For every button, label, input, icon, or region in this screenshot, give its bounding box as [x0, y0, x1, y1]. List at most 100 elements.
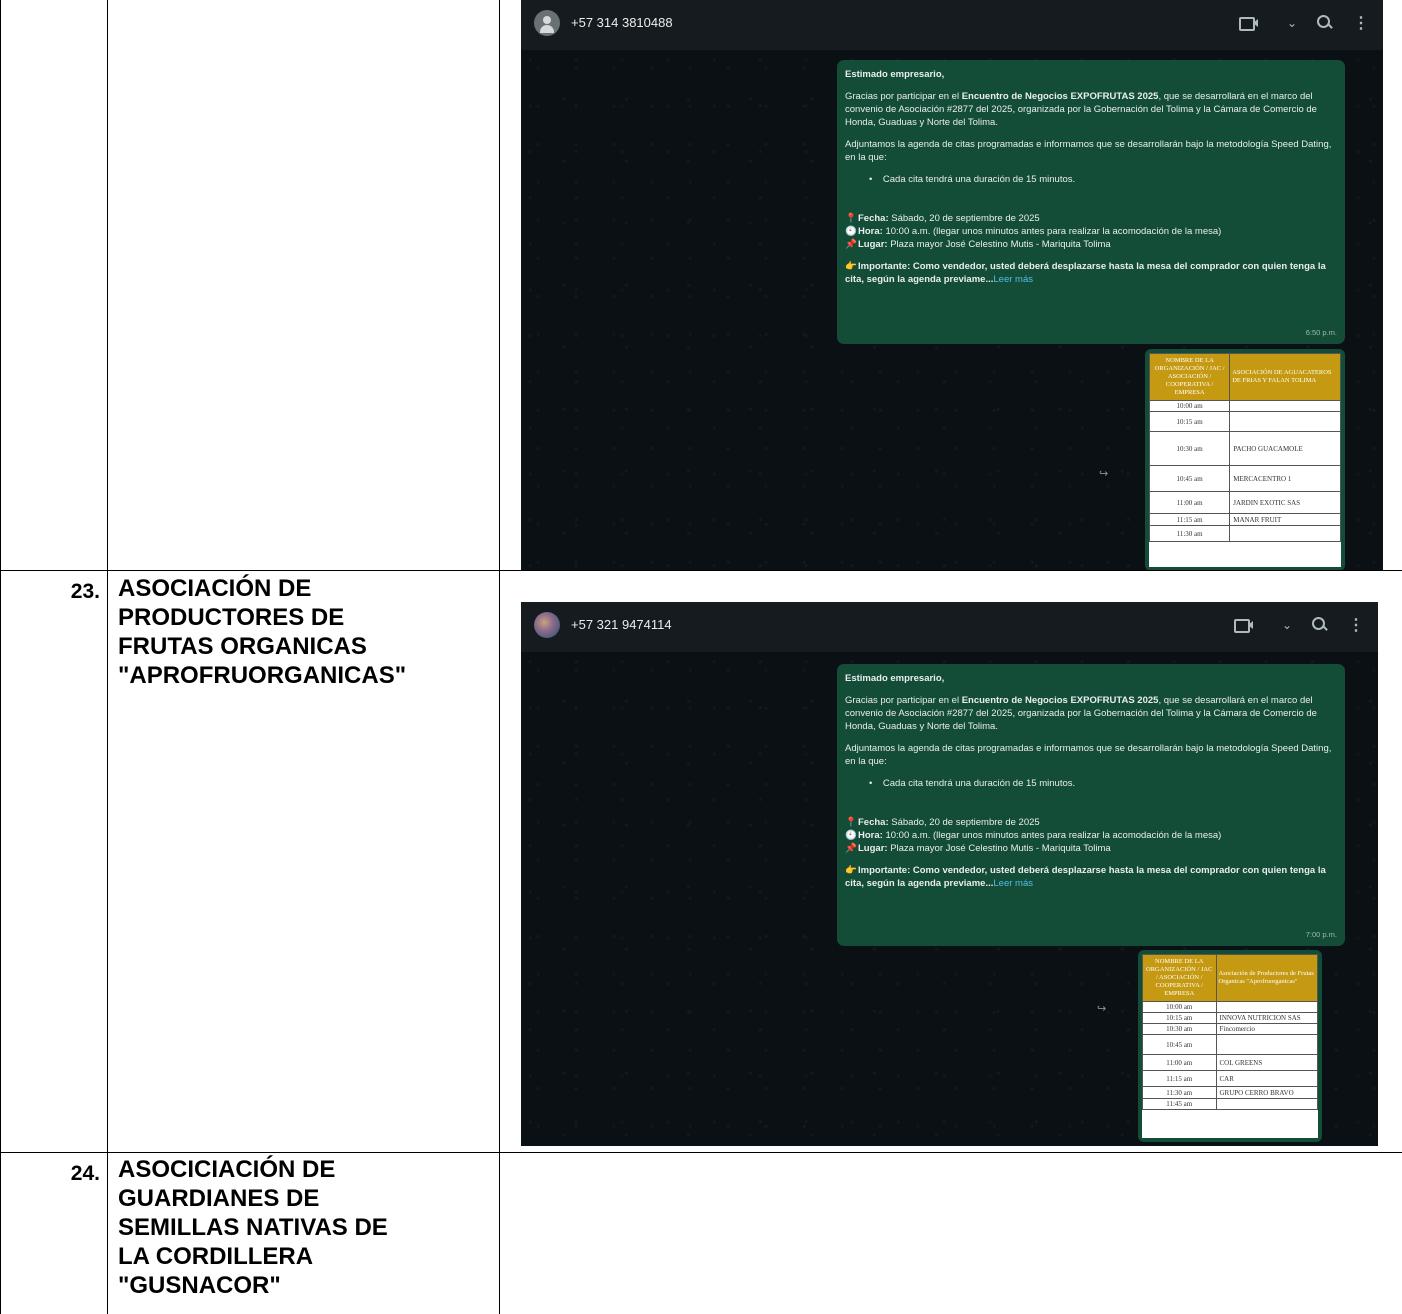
importante-text: Importante: Como vendedor, usted deberá … — [845, 261, 1326, 285]
bullet-text: Cada cita tendrá una duración de 15 minu… — [882, 778, 1076, 789]
agenda-company — [1215, 1034, 1318, 1055]
agenda-company: MANAR FRUIT — [1229, 513, 1341, 526]
agenda-time: 11:45 am — [1142, 1098, 1217, 1110]
pointing-hand-icon: 👉 — [845, 261, 857, 272]
agenda-header-right: Asociación de Productores de Frutas Orga… — [1215, 954, 1318, 1002]
contact-phone[interactable]: +57 314 3810488 — [571, 15, 673, 30]
org-name-line: "GUSNACOR" — [118, 1272, 281, 1299]
hora-value: 10:00 a.m. (llegar unos minutos antes pa… — [882, 226, 1222, 237]
table-border-mid2 — [499, 0, 500, 1314]
contact-phone[interactable]: +57 321 9474114 — [571, 617, 672, 632]
agenda-table: NOMBRE DE LA ORGANIZACIÓN / JAC / ASOCIA… — [1142, 954, 1318, 1138]
message-time: 6:50 p.m. — [1305, 328, 1337, 337]
video-call-icon[interactable] — [1233, 618, 1262, 633]
agenda-time: 11:00 am — [1149, 491, 1231, 514]
org-name-line: FRUTAS ORGANICAS — [118, 633, 367, 660]
agenda-company: PACHO GUACAMOLE — [1229, 431, 1341, 466]
lugar-label: Lugar: — [858, 843, 888, 854]
pin-icon: 📍 — [845, 213, 857, 224]
agenda-time: 11:00 am — [1142, 1054, 1217, 1071]
chevron-down-icon[interactable]: ⌄ — [1282, 618, 1292, 632]
message-text: Gracias por participar en el — [845, 695, 962, 706]
search-icon[interactable] — [1312, 617, 1328, 633]
importante-text: Importante: Como vendedor, usted deberá … — [845, 865, 1326, 889]
chevron-down-icon[interactable]: ⌄ — [1287, 16, 1297, 30]
clock-icon: 🕙 — [845, 226, 857, 237]
agenda-header-left: NOMBRE DE LA ORGANIZACIÓN / JAC / ASOCIA… — [1149, 353, 1231, 401]
clock-icon: 🕙 — [845, 830, 857, 841]
agenda-time: 10:45 am — [1142, 1034, 1217, 1055]
chat-header: +57 314 3810488 ⌄ ⋮ — [521, 0, 1383, 50]
agenda-time: 11:15 am — [1149, 513, 1231, 526]
forward-icon[interactable]: ↪ — [1097, 1002, 1106, 1015]
lugar-value: Plaza mayor José Celestino Mutis - Mariq… — [887, 843, 1111, 854]
greeting: Estimado empresario, — [845, 673, 945, 684]
org-name-line: GUARDIANES DE — [118, 1185, 320, 1212]
agenda-time: 10:30 am — [1149, 431, 1231, 466]
chat-header: +57 321 9474114 ⌄ ⋮ — [521, 602, 1378, 652]
avatar[interactable] — [534, 612, 560, 638]
pushpin-icon: 📌 — [845, 239, 857, 250]
agenda-image-message[interactable]: NOMBRE DE LA ORGANIZACIÓN / JAC / ASOCIA… — [1138, 950, 1322, 1142]
message-text: Gracias por participar en el — [845, 91, 962, 102]
search-icon[interactable] — [1317, 15, 1333, 31]
agenda-company — [1229, 411, 1341, 432]
agenda-time: 10:00 am — [1142, 1001, 1217, 1013]
agenda-company: CAR — [1215, 1070, 1318, 1087]
agenda-company — [1215, 1098, 1318, 1110]
agenda-company: MERCACENTRO 1 — [1229, 465, 1341, 492]
agenda-time: 11:30 am — [1142, 1086, 1217, 1099]
row-divider-1 — [0, 570, 1402, 571]
hora-label: Hora: — [858, 830, 883, 841]
agenda-time: 11:15 am — [1142, 1070, 1217, 1087]
row-number: 24. — [70, 1162, 100, 1185]
agenda-image-message[interactable]: NOMBRE DE LA ORGANIZACIÓN / JAC / ASOCIA… — [1145, 349, 1345, 570]
agenda-company: INNOVA NUTRICION SAS — [1215, 1012, 1318, 1024]
org-name-line: "APROFRUORGANICAS" — [118, 662, 407, 689]
message-text: Adjuntamos la agenda de citas programada… — [845, 743, 1332, 767]
row-divider-2 — [0, 1152, 1402, 1153]
greeting: Estimado empresario, — [845, 69, 945, 80]
agenda-header-left: NOMBRE DE LA ORGANIZACIÓN / JAC / ASOCIA… — [1142, 954, 1217, 1002]
message-bubble: Estimado empresario, Gracias por partici… — [837, 60, 1345, 344]
message-time: 7:00 p.m. — [1305, 930, 1337, 939]
agenda-time: 10:45 am — [1149, 465, 1231, 492]
pushpin-icon: 📌 — [845, 843, 857, 854]
menu-icon[interactable]: ⋮ — [1353, 13, 1369, 33]
row-number: 23. — [70, 580, 100, 603]
org-name-line: ASOCICIACIÓN DE — [118, 1156, 336, 1183]
agenda-time: 10:00 am — [1149, 400, 1231, 412]
bullet-text: Cada cita tendrá una duración de 15 minu… — [882, 174, 1076, 185]
avatar[interactable] — [534, 10, 560, 36]
org-name-line: SEMILLAS NATIVAS DE — [118, 1214, 388, 1241]
read-more-link[interactable]: Leer más — [993, 878, 1033, 889]
forward-icon[interactable]: ↪ — [1099, 467, 1108, 480]
fecha-value: Sábado, 20 de septiembre de 2025 — [888, 817, 1040, 828]
organization-name: ASOCICIACIÓN DE GUARDIANES DE SEMILLAS N… — [118, 1155, 498, 1300]
org-name-line: PRODUCTORES DE — [118, 604, 345, 631]
agenda-time: 11:30 am — [1149, 525, 1231, 542]
lugar-value: Plaza mayor José Celestino Mutis - Mariq… — [887, 239, 1111, 250]
lugar-label: Lugar: — [858, 239, 888, 250]
document-page: +57 314 3810488 ⌄ ⋮ Estimado empresario,… — [0, 0, 1402, 1314]
org-name-line: ASOCIACIÓN DE — [118, 575, 312, 602]
hora-value: 10:00 a.m. (llegar unos minutos antes pa… — [882, 830, 1222, 841]
org-name-line: LA CORDILLERA — [118, 1243, 314, 1270]
read-more-link[interactable]: Leer más — [993, 274, 1033, 285]
fecha-value: Sábado, 20 de septiembre de 2025 — [888, 213, 1040, 224]
message-text: Adjuntamos la agenda de citas programada… — [845, 139, 1332, 163]
event-name: Encuentro de Negocios EXPOFRUTAS 2025 — [961, 695, 1159, 706]
agenda-company — [1229, 400, 1341, 412]
event-name: Encuentro de Negocios EXPOFRUTAS 2025 — [961, 91, 1159, 102]
agenda-table: NOMBRE DE LA ORGANIZACIÓN / JAC / ASOCIA… — [1149, 353, 1341, 567]
agenda-time: 10:15 am — [1142, 1012, 1217, 1024]
menu-icon[interactable]: ⋮ — [1348, 615, 1364, 635]
pointing-hand-icon: 👉 — [845, 865, 857, 876]
agenda-company — [1215, 1001, 1318, 1013]
video-call-icon[interactable] — [1238, 16, 1267, 31]
agenda-company: COL GREENS — [1215, 1054, 1318, 1071]
pin-icon: 📍 — [845, 817, 857, 828]
agenda-company — [1229, 525, 1341, 542]
hora-label: Hora: — [858, 226, 883, 237]
message-bubble: Estimado empresario, Gracias por partici… — [837, 664, 1345, 946]
